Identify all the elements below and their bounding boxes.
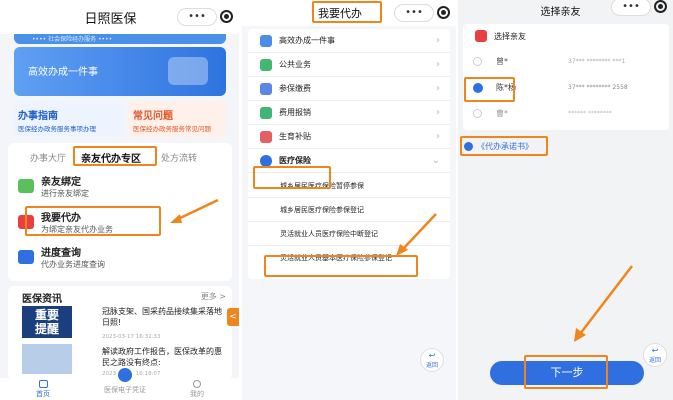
banner-efficient[interactable]: 高效办成一件事 xyxy=(14,47,226,96)
header: 选择亲友 ••• xyxy=(458,0,673,20)
panel-select-friend: 选择亲友 ••• 选择亲友 曾* 37*** ******** ***1 陈*杨… xyxy=(458,0,673,400)
highlight-subitem xyxy=(264,255,418,277)
banner-strip: •••• 社会保险经办服务 •••• xyxy=(14,34,226,44)
highlight-agent xyxy=(25,206,161,236)
panel-agent: 我要代办 ••• 高效办成一件事 › 公共业务 › 参保缴费 › 费用报销 › 生育补贴… xyxy=(242,0,456,400)
news-article-2[interactable]: 解读政府工作报告，医保改革的惠民之路没有终点: xyxy=(102,346,222,368)
edit-icon xyxy=(475,30,487,42)
news-thumbnail-2[interactable] xyxy=(22,344,72,374)
page-title: 选择亲友 xyxy=(540,6,581,18)
close-circle-icon[interactable] xyxy=(654,0,667,13)
back-button[interactable]: ↩ 返回 xyxy=(643,343,667,367)
menu-item-efficient[interactable]: 高效办成一件事 › xyxy=(248,29,450,53)
faq-card[interactable]: 常见问题 医保经办政务服务常见问题 xyxy=(128,101,226,137)
menu-capsule[interactable]: ••• xyxy=(611,0,651,16)
highlight-tab-family xyxy=(73,146,157,166)
public-icon xyxy=(260,58,272,71)
tab-prescription[interactable]: 处方流转 xyxy=(161,151,197,164)
menu-item-public[interactable]: 公共业务 › xyxy=(248,53,450,77)
radio-unchecked-icon xyxy=(473,109,482,118)
menu-item-maternity[interactable]: 生育补贴 › xyxy=(248,125,450,149)
item-progress-query[interactable]: 进度查询 代办业务进度查询 xyxy=(18,244,105,270)
highlight-title xyxy=(312,1,382,23)
back-button[interactable]: ↩ 返回 xyxy=(420,348,444,372)
user-icon xyxy=(193,380,201,388)
progress-icon xyxy=(18,250,34,264)
menu-capsule[interactable]: ••• xyxy=(394,4,434,22)
menu-item-payment[interactable]: 参保缴费 › xyxy=(248,77,450,101)
highlight-friend xyxy=(464,77,515,102)
radio-unchecked-icon xyxy=(473,57,482,66)
bind-icon xyxy=(18,179,34,193)
news-article-1[interactable]: 冠脉支架、国采药品接续集采落地日照! xyxy=(102,306,222,328)
arrow-to-agent-icon xyxy=(170,198,219,223)
highlight-medical xyxy=(253,166,331,189)
reimburse-icon xyxy=(260,106,272,119)
medical-icon xyxy=(260,154,272,167)
highlight-next xyxy=(524,355,608,389)
header: 日照医保 ••• xyxy=(0,0,239,34)
nav-ecert[interactable]: 医保电子凭证 xyxy=(96,366,154,395)
side-collapse-button[interactable]: < xyxy=(227,308,239,326)
panel-home: 日照医保 ••• •••• 社会保险经办服务 •••• 高效办成一件事 办事指南… xyxy=(0,0,239,400)
highlight-agreement xyxy=(460,136,548,156)
friend-row-3[interactable]: 曹* ****** ******** xyxy=(473,108,663,119)
menu-capsule[interactable]: ••• xyxy=(177,8,217,26)
back-arrow-icon: ↩ xyxy=(651,346,659,355)
banner-illustration-icon xyxy=(168,57,208,85)
qr-code-icon xyxy=(116,366,134,384)
banner-title: 高效办成一件事 xyxy=(28,67,98,78)
close-circle-icon[interactable] xyxy=(437,6,450,19)
guide-card[interactable]: 办事指南 医保经办政务服务事项办理 xyxy=(14,101,124,137)
news-thumbnail[interactable]: 重要 提醒 xyxy=(22,306,72,338)
arrow-to-subitem-icon xyxy=(396,213,437,256)
maternity-icon xyxy=(260,130,272,143)
nav-mine[interactable]: 我的 xyxy=(190,380,204,399)
bottom-nav: 首页 医保电子凭证 我的 xyxy=(0,366,239,400)
efficient-icon xyxy=(260,34,272,47)
friend-list-header: 选择亲友 xyxy=(475,30,526,42)
arrow-to-next-icon xyxy=(574,265,633,342)
friend-row-1[interactable]: 曾* 37*** ******** ***1 xyxy=(473,56,663,67)
close-circle-icon[interactable] xyxy=(220,10,233,23)
menu-item-reimburse[interactable]: 费用报销 › xyxy=(248,101,450,125)
news-more-link[interactable]: 更多 > xyxy=(201,291,226,302)
back-arrow-icon: ↩ xyxy=(428,351,436,360)
item-family-bind[interactable]: 亲友绑定 进行亲友绑定 xyxy=(18,173,89,199)
payment-icon xyxy=(260,82,272,95)
home-icon xyxy=(38,380,48,388)
nav-home[interactable]: 首页 xyxy=(36,380,50,399)
page-title: 日照医保 xyxy=(84,11,137,27)
tab-hall[interactable]: 办事大厅 xyxy=(30,151,66,164)
news-title: 医保资讯 xyxy=(22,294,62,305)
